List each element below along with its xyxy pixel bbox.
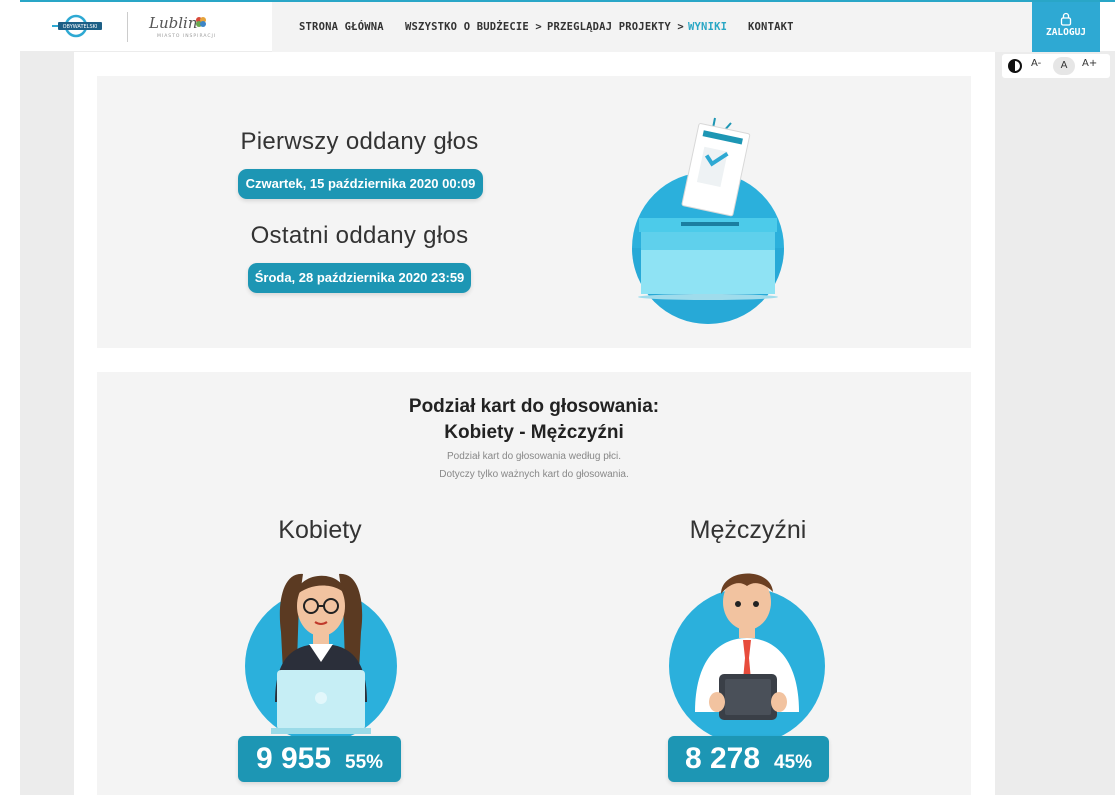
lublin-logo-tagline: MIASTO INSPIRACJI <box>157 34 217 39</box>
men-stat-box: 8 278 45% <box>668 736 829 782</box>
women-label: Kobiety <box>278 516 362 544</box>
nav-item-contact[interactable]: KONTAKT <box>748 21 794 33</box>
right-gutter <box>995 52 1115 795</box>
woman-laptop-icon <box>245 573 397 742</box>
last-vote-date: Środa, 28 października 2020 23:59 <box>248 263 471 293</box>
budget-logo[interactable]: OBYWATELSKI <box>50 14 112 38</box>
gender-split-subtitle-2: Dotyczy tylko ważnych kart do głosowania… <box>439 469 629 480</box>
first-vote-date: Czwartek, 15 października 2020 00:09 <box>238 169 483 199</box>
lock-icon <box>1060 12 1072 26</box>
accessibility-toolbar: A- A A+ <box>1002 54 1110 78</box>
lublin-logo-word: Lublin <box>149 14 198 32</box>
gender-split-panel: Podział kart do głosowania: Kobiety - Mę… <box>97 372 971 795</box>
main-nav: STRONA GŁÓWNA WSZYSTKO O BUDŻECIE > PRZE… <box>272 2 1032 52</box>
lublin-flower-icon <box>196 17 206 27</box>
logo-area: OBYWATELSKI Lublin MIASTO INSPIRACJI <box>20 2 272 52</box>
men-count: 8 278 <box>684 742 761 775</box>
gender-split-title-2: Kobiety - Mężczyźni <box>444 422 624 443</box>
nav-item-results[interactable]: WYNIKI <box>688 21 727 33</box>
site-header: OBYWATELSKI Lublin MIASTO INSPIRACJI STR… <box>20 2 1115 52</box>
women-stat-box: 9 955 55% <box>238 736 401 782</box>
men-label: Mężczyźni <box>689 516 807 544</box>
font-larger-button[interactable]: A+ <box>1082 58 1097 69</box>
logo-separator <box>127 12 128 42</box>
women-percent: 55% <box>345 752 384 773</box>
font-normal-button[interactable]: A <box>1053 57 1075 75</box>
lublin-logo[interactable]: Lublin MIASTO INSPIRACJI <box>135 12 225 40</box>
nav-item-about-budget[interactable]: WSZYSTKO O BUDŻECIE > <box>405 21 542 33</box>
gender-split-subtitle-1: Podział kart do głosowania według płci. <box>447 451 621 462</box>
contrast-icon[interactable] <box>1008 59 1022 73</box>
first-vote-label: Pierwszy oddany głos <box>240 128 479 155</box>
vote-timing-panel: Pierwszy oddany głos Czwartek, 15 paździ… <box>97 76 971 348</box>
men-percent: 45% <box>774 752 813 773</box>
ballot-box-icon <box>632 117 784 324</box>
login-label: ZALOGUJ <box>1045 27 1087 38</box>
left-gutter <box>20 52 74 795</box>
man-tablet-icon <box>669 573 825 742</box>
login-button[interactable]: ZALOGUJ <box>1032 2 1100 52</box>
font-smaller-button[interactable]: A- <box>1031 58 1041 69</box>
budget-logo-text: OBYWATELSKI <box>63 24 98 30</box>
nav-item-home[interactable]: STRONA GŁÓWNA <box>299 21 384 33</box>
last-vote-label: Ostatni oddany głos <box>250 222 469 249</box>
gender-split-title-1: Podział kart do głosowania: <box>408 396 660 417</box>
women-count: 9 955 <box>255 742 332 775</box>
nav-item-browse-projects[interactable]: PRZEGLĄDAJ PROJEKTY > <box>547 21 684 33</box>
